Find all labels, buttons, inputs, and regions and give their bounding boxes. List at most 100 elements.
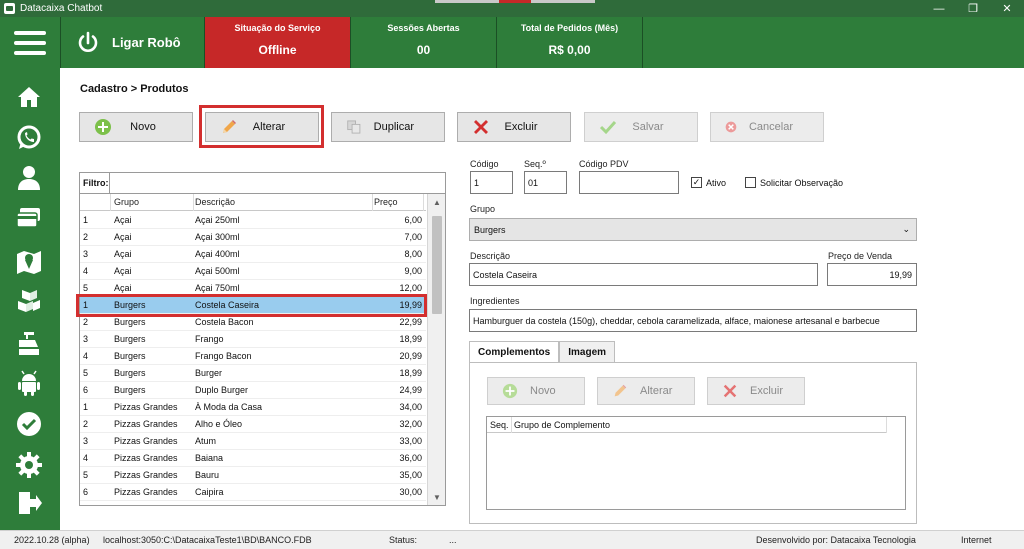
cancel-circle-icon (725, 121, 737, 133)
duplicar-label: Duplicar (373, 121, 414, 133)
check-circle-icon[interactable] (14, 409, 44, 439)
header-index[interactable] (83, 194, 111, 211)
row-preco: 34,00 (399, 402, 422, 412)
row-preco: 32,00 (399, 419, 422, 429)
row-grupo: Pizzas Grandes (114, 419, 178, 429)
table-row[interactable]: 2 Açai Açai 300ml 7,00 (80, 229, 426, 246)
tab-complementos[interactable]: Complementos (469, 341, 560, 363)
home-icon[interactable] (14, 82, 44, 112)
header-descricao[interactable]: Descrição (195, 194, 373, 211)
exit-icon[interactable] (14, 488, 44, 518)
descricao-input[interactable]: Costela Caseira (469, 263, 818, 286)
grupo-select[interactable]: Burgers ⌄ (469, 218, 917, 241)
table-row[interactable]: 5 Burgers Burger 18,99 (80, 365, 426, 382)
ativo-checkbox[interactable]: ✓ Ativo (691, 177, 726, 188)
novo-button[interactable]: Novo (79, 112, 193, 142)
table-row[interactable]: 6 Pizzas Grandes Caipira 30,00 (80, 484, 426, 501)
table-row[interactable]: 4 Pizzas Grandes Baiana 36,00 (80, 450, 426, 467)
tab-imagem[interactable]: Imagem (559, 341, 616, 363)
header-seq[interactable]: Seq. (490, 417, 512, 433)
excluir-button[interactable]: Excluir (457, 112, 571, 142)
excluir-label: Excluir (504, 121, 538, 133)
menu-button[interactable] (0, 17, 60, 68)
user-icon[interactable] (14, 163, 44, 193)
header-grupo[interactable]: Grupo (114, 194, 194, 211)
row-preco: 9,00 (404, 266, 422, 276)
scroll-thumb[interactable] (432, 216, 442, 314)
row-preco: 24,99 (399, 385, 422, 395)
row-preco: 6,00 (404, 215, 422, 225)
table-row[interactable]: 2 Pizzas Grandes Alho e Óleo 32,00 (80, 416, 426, 433)
scroll-up-arrow[interactable]: ▲ (428, 194, 445, 211)
row-descricao: Baiana (195, 453, 224, 463)
complemento-excluir-label: Excluir (750, 385, 784, 397)
plus-circle-icon (95, 119, 111, 135)
row-preco: 8,00 (404, 249, 422, 259)
complementos-grid: Seq. Grupo de Complemento (486, 416, 906, 510)
map-icon[interactable] (14, 246, 44, 276)
header-filler (642, 17, 1024, 68)
seq-input[interactable]: 01 (524, 171, 567, 194)
novo-label: Novo (130, 121, 156, 133)
table-row[interactable]: 1 Açai Açai 250ml 6,00 (80, 212, 426, 229)
pdv-input[interactable] (579, 171, 679, 194)
table-row[interactable]: 5 Pizzas Grandes Bauru 35,00 (80, 467, 426, 484)
minimize-button[interactable]: — (922, 0, 956, 17)
salvar-button[interactable]: Salvar (584, 112, 698, 142)
table-row[interactable]: 1 Pizzas Grandes À Moda da Casa 34,00 (80, 399, 426, 416)
payment-card-icon[interactable] (14, 203, 44, 233)
register-icon[interactable] (14, 328, 44, 358)
header-preco[interactable]: Preço (374, 194, 424, 211)
gear-icon[interactable] (14, 450, 44, 480)
table-row[interactable]: 6 Burgers Duplo Burger 24,99 (80, 382, 426, 399)
table-row[interactable]: 3 Açai Açai 400ml 8,00 (80, 246, 426, 263)
row-descricao: Bauru (195, 470, 220, 480)
solicitar-observacao-checkbox[interactable]: Solicitar Observação (745, 177, 843, 188)
preco-venda-label: Preço de Venda (828, 251, 893, 261)
descricao-label: Descrição (470, 251, 511, 261)
grid-scrollbar[interactable]: ▲ ▼ (427, 194, 445, 505)
duplicar-button[interactable]: Duplicar (331, 112, 445, 142)
row-preco: 18,99 (399, 334, 422, 344)
observacao-check-box (745, 177, 756, 188)
sidebar (0, 68, 60, 530)
row-grupo: Burgers (114, 334, 146, 344)
complemento-alterar-button[interactable]: Alterar (597, 377, 695, 405)
complemento-novo-button[interactable]: Novo (487, 377, 585, 405)
complemento-alterar-label: Alterar (640, 385, 673, 397)
close-button[interactable]: ✕ (990, 0, 1024, 17)
android-icon[interactable] (14, 368, 44, 398)
status-label: Status: (389, 535, 418, 545)
row-descricao: Caipira (195, 487, 224, 497)
cancelar-button[interactable]: Cancelar (710, 112, 824, 142)
total-orders-value: R$ 0,00 (548, 43, 591, 57)
row-grupo: Açai (114, 215, 132, 225)
row-descricao: Açai 250ml (195, 215, 240, 225)
header-grupo-complemento[interactable]: Grupo de Complemento (514, 417, 887, 433)
table-row[interactable]: 4 Açai Açai 500ml 9,00 (80, 263, 426, 280)
pdv-label: Código PDV (579, 159, 629, 169)
complemento-excluir-button[interactable]: Excluir (707, 377, 805, 405)
codigo-label: Código (470, 159, 499, 169)
row-preco: 30,00 (399, 487, 422, 497)
row-index: 6 (83, 385, 89, 395)
table-row[interactable]: 3 Burgers Frango 18,99 (80, 331, 426, 348)
codigo-input[interactable]: 1 (470, 171, 513, 194)
preco-venda-input[interactable]: 19,99 (827, 263, 917, 286)
filter-input[interactable] (110, 173, 445, 193)
ingredientes-input[interactable]: Hamburguer da costela (150g), cheddar, c… (469, 309, 917, 332)
table-row[interactable]: 3 Pizzas Grandes Atum 33,00 (80, 433, 426, 450)
row-grupo: Pizzas Grandes (114, 470, 178, 480)
maximize-button[interactable]: ❐ (956, 0, 990, 17)
row-index: 6 (83, 487, 89, 497)
red-x-icon (474, 120, 488, 134)
grupo-value: Burgers (474, 224, 506, 235)
complemento-novo-label: Novo (530, 385, 556, 397)
row-index: 1 (83, 215, 89, 225)
boxes-icon[interactable] (14, 286, 44, 316)
scroll-down-arrow[interactable]: ▼ (428, 489, 445, 505)
table-row[interactable]: 4 Burgers Frango Bacon 20,99 (80, 348, 426, 365)
ligar-robo-button[interactable]: Ligar Robô (60, 17, 204, 68)
selected-row-highlight (76, 294, 427, 317)
whatsapp-icon[interactable] (14, 123, 44, 153)
